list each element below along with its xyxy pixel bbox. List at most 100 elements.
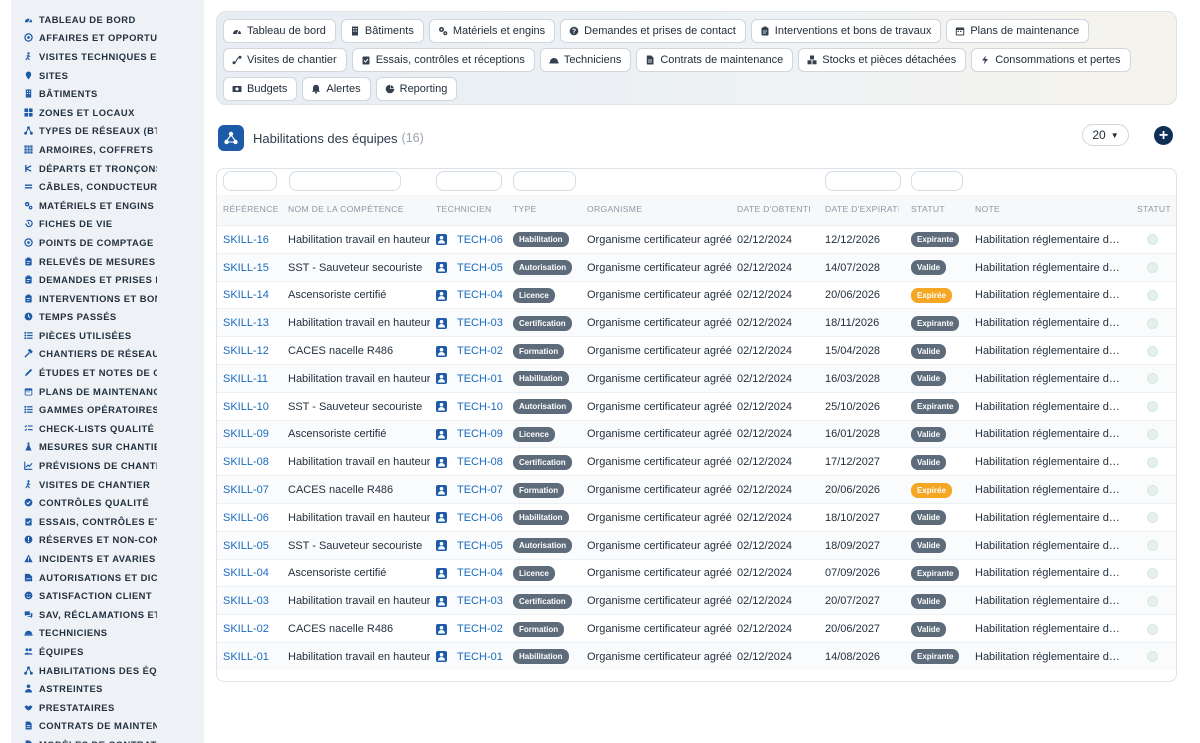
topnav-tab[interactable]: ? Demandes et prises de contact — [560, 19, 746, 43]
topnav-tab[interactable]: Alertes — [302, 77, 371, 101]
technician-link[interactable]: TECH-04 — [457, 289, 503, 301]
sidebar-item[interactable]: VISITES TECHNIQUES ET RELEVÉS — [11, 47, 204, 66]
sidebar-item[interactable]: RELEVÉS DE MESURES — [11, 252, 204, 271]
topnav-tab[interactable]: Bâtiments — [340, 19, 424, 43]
sidebar-item[interactable]: GAMMES OPÉRATOIRES — [11, 400, 204, 419]
technician-link[interactable]: TECH-06 — [457, 234, 503, 246]
table-row[interactable]: SKILL-10 SST - Sauveteur secouriste TECH-1… — [217, 391, 1176, 421]
sidebar-item[interactable]: CHECK-LISTS QUALITÉ — [11, 419, 204, 438]
sidebar-item[interactable]: ÉTUDES ET NOTES DE CALCUL — [11, 363, 204, 382]
sidebar-item[interactable]: PIÈCES UTILISÉES — [11, 326, 204, 345]
sidebar-item[interactable]: CONTRATS DE MAINTENANCE — [11, 717, 204, 736]
technician-link[interactable]: TECH-08 — [457, 456, 503, 468]
sidebar-item[interactable]: DEMANDES ET PRISES DE CONTACT — [11, 270, 204, 289]
cell-reference[interactable]: SKILL-04 — [223, 560, 283, 588]
sidebar-item[interactable]: ARMOIRES, COFFRETS ET TABLEAUX — [11, 140, 204, 159]
cell-reference[interactable]: SKILL-12 — [223, 337, 283, 365]
sidebar-item[interactable]: TABLEAU DE BORD — [11, 10, 204, 29]
cell-reference[interactable]: SKILL-10 — [223, 393, 283, 421]
cell-reference[interactable]: SKILL-01 — [223, 643, 283, 671]
table-row[interactable]: SKILL-15 SST - Sauveteur secouriste TECH-0… — [217, 252, 1176, 282]
table-row[interactable]: SKILL-02 CACES nacelle R486 TECH-02 Formati… — [217, 614, 1176, 642]
sidebar-item[interactable]: MODÈLES DE CONTRATS — [11, 735, 204, 743]
table-row[interactable]: SKILL-16 Habilitation travail en hauteur T… — [217, 225, 1176, 253]
sidebar-item[interactable]: ZONES ET LOCAUX — [11, 103, 204, 122]
cell-technicien[interactable]: TECH-04 — [436, 282, 511, 310]
column-header-type[interactable]: TYPE — [513, 204, 573, 214]
topnav-tab[interactable]: Interventions et bons de travaux — [750, 19, 942, 43]
cell-reference[interactable]: SKILL-16 — [223, 226, 283, 254]
table-row[interactable]: SKILL-07 CACES nacelle R486 TECH-07 Formati… — [217, 475, 1176, 503]
technician-link[interactable]: TECH-05 — [457, 262, 503, 274]
sidebar-item[interactable]: AFFAIRES ET OPPORTUNITÉS — [11, 29, 204, 48]
table-row[interactable]: SKILL-01 Habilitation travail en hauteur T… — [217, 641, 1176, 671]
technician-link[interactable]: TECH-01 — [457, 373, 503, 385]
cell-technicien[interactable]: TECH-03 — [436, 587, 511, 615]
table-row[interactable]: SKILL-12 CACES nacelle R486 TECH-02 Formati… — [217, 336, 1176, 364]
sidebar-item[interactable]: ESSAIS, CONTRÔLES ET RÉCEPTIONS — [11, 512, 204, 531]
technician-link[interactable]: TECH-01 — [457, 651, 503, 663]
sidebar-item[interactable]: RÉSERVES ET NON-CONFORMITÉS — [11, 531, 204, 550]
column-header-competence[interactable]: NOM DE LA COMPÉTENCE — [288, 204, 428, 214]
sidebar-item[interactable]: VISITES DE CHANTIER — [11, 475, 204, 494]
sidebar-item[interactable]: PLANS DE MAINTENANCE — [11, 382, 204, 401]
table-row[interactable]: SKILL-09 Ascensoriste certifié TECH-09 Lice… — [217, 419, 1176, 448]
sidebar-item[interactable]: PRÉVISIONS DE CHANTIER — [11, 456, 204, 475]
technician-link[interactable]: TECH-07 — [457, 484, 503, 496]
sidebar-item[interactable]: ASTREINTES — [11, 679, 204, 698]
cell-technicien[interactable]: TECH-01 — [436, 365, 511, 393]
topnav-tab[interactable]: Techniciens — [539, 48, 632, 72]
cell-reference[interactable]: SKILL-02 — [223, 615, 283, 643]
sidebar-item[interactable]: CHANTIERS DE RÉSEAUX — [11, 345, 204, 364]
topnav-tab[interactable]: Contrats de maintenance — [636, 48, 794, 72]
table-row[interactable]: SKILL-14 Ascensoriste certifié TECH-04 Lice… — [217, 280, 1176, 310]
sidebar-item[interactable]: HABILITATIONS DES ÉQUIPES — [11, 661, 204, 680]
column-header-date-obtention[interactable]: DATE D'OBTENTION — [737, 204, 811, 214]
technician-link[interactable]: TECH-04 — [457, 567, 503, 579]
sidebar-item[interactable]: INCIDENTS ET AVARIES — [11, 549, 204, 568]
sidebar-item[interactable]: TECHNICIENS — [11, 624, 204, 643]
cell-technicien[interactable]: TECH-06 — [436, 504, 511, 532]
cell-reference[interactable]: SKILL-11 — [223, 365, 283, 393]
table-row[interactable]: SKILL-05 SST - Sauveteur secouriste TECH-0… — [217, 530, 1176, 560]
column-header-note[interactable]: NOTE — [975, 204, 1115, 214]
column-header-reference[interactable]: RÉFÉRENCE — [223, 204, 283, 214]
cell-reference[interactable]: SKILL-03 — [223, 587, 283, 615]
filter-competence-input[interactable] — [289, 171, 401, 191]
filter-reference-input[interactable] — [223, 171, 277, 191]
sidebar-item[interactable]: POINTS DE COMPTAGE ET MESURE — [11, 233, 204, 252]
sidebar-item[interactable]: SITES — [11, 66, 204, 85]
topnav-tab[interactable]: Matériels et engins — [428, 19, 556, 43]
filter-technicien-input[interactable] — [436, 171, 502, 191]
topnav-tab[interactable]: Reporting — [375, 77, 458, 101]
page-size-select[interactable]: 20 ▼ — [1082, 124, 1129, 146]
cell-reference[interactable]: SKILL-05 — [223, 532, 283, 560]
add-button[interactable]: + — [1154, 126, 1173, 145]
technician-link[interactable]: TECH-03 — [457, 317, 503, 329]
column-header-organisme[interactable]: ORGANISME — [587, 204, 727, 214]
sidebar-item[interactable]: AUTORISATIONS ET DICT — [11, 568, 204, 587]
sidebar-item[interactable]: CÂBLES, CONDUCTEURS — [11, 177, 204, 196]
sidebar-item[interactable]: DÉPARTS ET TRONÇONS — [11, 159, 204, 178]
cell-technicien[interactable]: TECH-04 — [436, 560, 511, 588]
cell-technicien[interactable]: TECH-08 — [436, 448, 511, 476]
sidebar-item[interactable]: FICHES DE VIE — [11, 215, 204, 234]
technician-link[interactable]: TECH-03 — [457, 595, 503, 607]
filter-statut-input[interactable] — [911, 171, 963, 191]
sidebar-item[interactable]: CONTRÔLES QUALITÉ — [11, 493, 204, 512]
table-row[interactable]: SKILL-06 Habilitation travail en hauteur T… — [217, 502, 1176, 532]
cell-technicien[interactable]: TECH-01 — [436, 643, 511, 671]
technician-link[interactable]: TECH-02 — [457, 345, 503, 357]
table-row[interactable]: SKILL-08 Habilitation travail en hauteur T… — [217, 447, 1176, 475]
cell-technicien[interactable]: TECH-05 — [436, 254, 511, 282]
cell-reference[interactable]: SKILL-15 — [223, 254, 283, 282]
filter-date-expiration-input[interactable] — [825, 171, 901, 191]
sidebar-item[interactable]: SAV, RÉCLAMATIONS ET GARANTIES — [11, 605, 204, 624]
sidebar-item[interactable]: ÉQUIPES — [11, 642, 204, 661]
sidebar-item[interactable]: SATISFACTION CLIENT — [11, 586, 204, 605]
technician-link[interactable]: TECH-02 — [457, 623, 503, 635]
column-header-statut-2[interactable]: STATUT — [1137, 204, 1176, 214]
topnav-tab[interactable]: Plans de maintenance — [946, 19, 1090, 43]
cell-reference[interactable]: SKILL-06 — [223, 504, 283, 532]
topnav-tab[interactable]: Stocks et pièces détachées — [798, 48, 967, 72]
